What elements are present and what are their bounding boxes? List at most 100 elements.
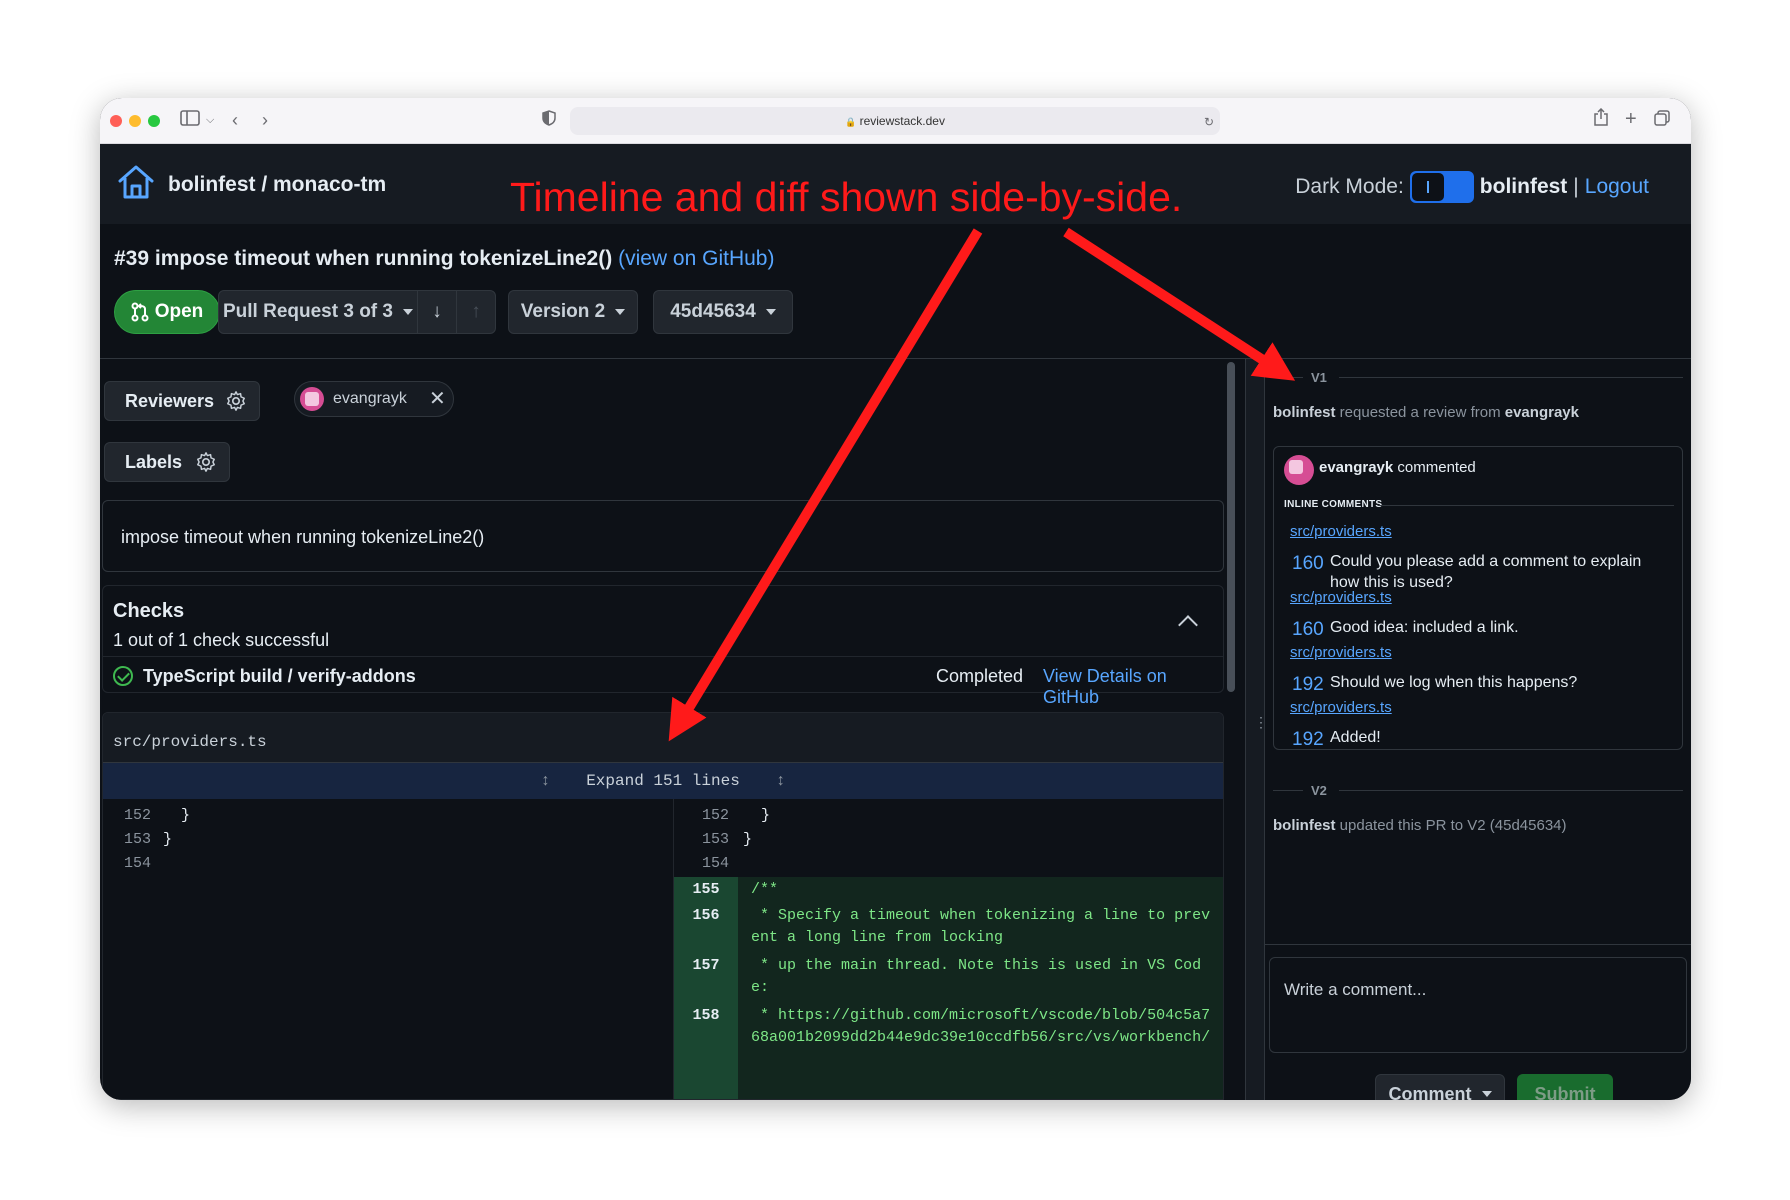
expand-lines-label: Expand 151 lines [586,772,740,790]
comment-author-name: evangrayk [1319,459,1394,476]
unfold-icon: ↕ [775,772,786,790]
line-number: 153 [123,831,151,848]
pr-title: #39 impose timeout when running tokenize… [114,247,774,271]
pr-details-pane: Reviewers evangrayk ✕ Labels impose time… [100,359,1245,1100]
code-line: 68a001b2099dd2b44e9dc39e10ccdfb56/src/vs… [751,1029,1211,1046]
reviewer-chip: evangrayk ✕ [294,381,454,417]
pane-splitter[interactable]: ⋮ [1245,359,1268,1100]
line-number: 154 [123,855,151,872]
url-text: reviewstack.dev [859,114,945,128]
event-actor: bolinfest [1273,404,1336,421]
comment-line-number[interactable]: 192 [1292,729,1324,751]
sidebar-toggle-icon[interactable] [180,108,200,132]
comment-file-link[interactable]: src/providers.ts [1290,699,1392,716]
diff-file-header: src/providers.ts [103,713,1223,763]
reviewers-label: Reviewers [125,390,215,411]
labels-button[interactable]: Labels [104,442,230,482]
code-line: * Specify a timeout when tokenizing a li… [751,907,1211,924]
collapse-checks-icon[interactable] [1178,615,1198,635]
share-icon[interactable] [1594,107,1608,132]
line-number: 152 [123,807,151,824]
scrollbar-thumb[interactable] [1227,362,1235,692]
timeline-event: bolinfest requested a review from evangr… [1273,404,1579,421]
logout-link[interactable]: Logout [1585,175,1649,199]
reload-icon[interactable]: ↻ [1204,110,1214,134]
close-window-button[interactable] [110,115,122,127]
annotation-text: Timeline and diff shown side-by-side. [510,174,1183,220]
avatar [1284,455,1314,485]
comment-author: evangrayk commented [1319,459,1476,476]
comment-file-link[interactable]: src/providers.ts [1290,644,1392,661]
repo-name[interactable]: bolinfest / monaco-tm [168,173,386,197]
pr-status-label: Open [154,301,204,322]
checks-title: Checks [113,600,185,622]
address-bar[interactable]: 🔒 reviewstack.dev [570,107,1220,135]
maximize-window-button[interactable] [148,115,160,127]
back-icon[interactable]: ‹ [232,108,238,132]
arrow-up-icon: ↑ [471,301,481,322]
reviewer-name: evangrayk [333,390,407,407]
minimize-window-button[interactable] [129,115,141,127]
commit-selector[interactable]: 45d45634 [653,290,793,334]
line-number: 153 [701,831,729,848]
new-tab-icon[interactable]: + [1625,107,1637,131]
pr-status-badge[interactable]: Open [114,290,220,334]
comment-text: Could you please add a comment to explai… [1330,553,1642,591]
chevron-down-icon[interactable]: ⌵ [206,108,214,132]
previous-pr-button[interactable]: ↑ [456,290,496,334]
version-label: V2 [1311,783,1327,798]
expand-lines-button[interactable]: ↕ Expand 151 lines ↕ [103,763,1223,799]
line-number: 157 [692,957,720,974]
dark-mode-toggle[interactable] [1409,171,1474,203]
next-pr-button[interactable]: ↓ [417,290,457,334]
header-right: Dark Mode: bolinfest | Logout [1295,171,1649,203]
caret-down-icon [402,309,413,315]
code-line: } [163,831,173,848]
privacy-shield-icon[interactable] [542,108,556,132]
checks-panel: Checks 1 out of 1 check successful TypeS… [102,585,1224,707]
caret-down-icon [1481,1091,1492,1097]
code-line: * up the main thread. Note this is used … [751,957,1202,974]
username: bolinfest [1479,175,1568,198]
submit-button-label: Submit [1534,1083,1596,1101]
left-pane-scrollbar[interactable] [1227,362,1235,1100]
app-header: bolinfest / monaco-tm Timeline and diff … [100,144,1691,224]
home-icon[interactable] [117,164,155,200]
code-line: ent a long line from locking [751,929,1004,946]
comment-file-link[interactable]: src/providers.ts [1290,523,1392,540]
line-number: 158 [692,1007,720,1024]
comment-card: evangrayk commented INLINE COMMENTS src/… [1273,446,1683,750]
browser-toolbar: ⌵ ‹ › 🔒 reviewstack.dev ↻ + [100,98,1691,144]
view-details-link[interactable]: View Details on GitHub [1043,666,1223,708]
code-line: } [163,807,191,824]
version-label: V1 [1311,370,1327,385]
diff-view: src/providers.ts ↕ Expand 151 lines ↕ 152 … [102,712,1224,1100]
reviewers-button[interactable]: Reviewers [104,381,260,421]
gear-icon[interactable] [195,451,217,473]
submit-button[interactable]: Submit [1517,1074,1613,1100]
pr-title-text: #39 impose timeout when running tokenize… [114,247,613,270]
version-selector[interactable]: Version 2 [508,290,638,334]
header-separator: | [1573,175,1579,198]
unfold-icon: ↕ [540,772,551,790]
comment-line-number[interactable]: 160 [1292,619,1324,641]
event-actor: bolinfest [1273,817,1336,834]
view-on-github-link[interactable]: (view on GitHub) [618,247,774,270]
comment-file-link[interactable]: src/providers.ts [1290,589,1392,606]
line-number: 154 [701,855,729,872]
forward-icon[interactable]: › [262,108,268,132]
pull-request-selector[interactable]: Pull Request 3 of 3 [218,290,418,334]
check-success-icon [113,666,133,686]
checks-summary: 1 out of 1 check successful [113,630,330,650]
comment-line-number[interactable]: 192 [1292,674,1324,696]
tab-overview-icon[interactable] [1654,108,1670,132]
gear-icon[interactable] [225,390,247,412]
check-status: Completed [936,666,1024,686]
comment-type-dropdown[interactable]: Comment [1375,1074,1505,1100]
commit-selector-label: 45d45634 [670,301,756,322]
code-line: } [743,807,771,824]
check-name: TypeScript build / verify-addons [143,666,416,686]
comment-input[interactable]: Write a comment... [1269,957,1687,1053]
comment-line-number[interactable]: 160 [1292,553,1324,575]
remove-reviewer-icon[interactable]: ✕ [429,386,446,411]
